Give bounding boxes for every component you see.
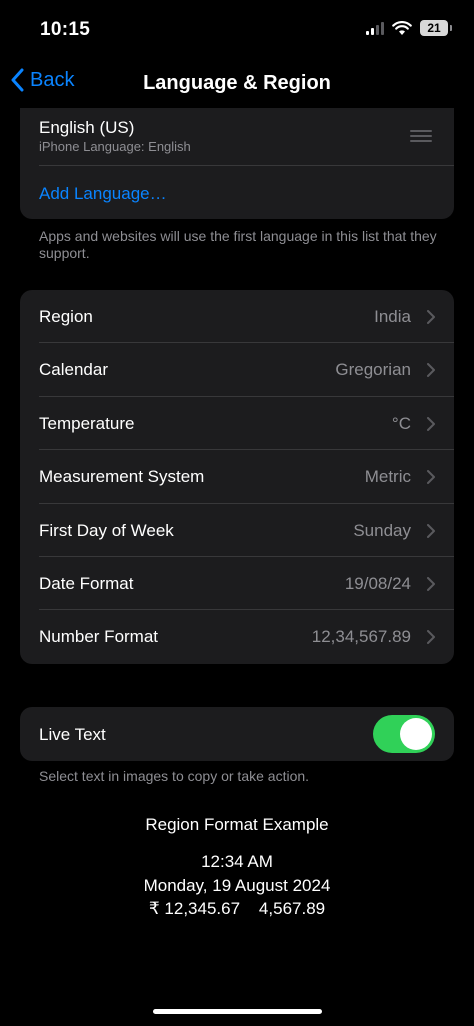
live-text-group: Live Text bbox=[20, 707, 454, 761]
row-label: First Day of Week bbox=[39, 520, 174, 540]
row-value: 19/08/24 bbox=[344, 574, 411, 593]
row-label: Measurement System bbox=[39, 467, 205, 487]
row-value: Metric bbox=[364, 467, 411, 487]
battery-icon: 21 bbox=[420, 20, 448, 36]
live-text-label: Live Text bbox=[39, 725, 106, 744]
row-value: Sunday bbox=[353, 520, 411, 540]
cellular-signal-icon bbox=[366, 21, 384, 35]
page-title: Language & Region bbox=[143, 72, 331, 94]
date-format-row[interactable]: Date Format 19/08/24 bbox=[20, 557, 454, 611]
language-name: English (US) bbox=[39, 118, 135, 137]
measurement-system-row[interactable]: Measurement System Metric bbox=[20, 450, 454, 504]
region-format-example-title: Region Format Example bbox=[145, 815, 329, 834]
chevron-right-icon bbox=[427, 363, 435, 378]
row-value: India bbox=[374, 307, 411, 326]
divider bbox=[39, 165, 454, 166]
toggle-knob bbox=[400, 718, 432, 750]
languages-footnote: Apps and websites will use the first lan… bbox=[39, 228, 437, 261]
language-row-english[interactable]: English (US) iPhone Language: English bbox=[20, 108, 454, 165]
row-label: Date Format bbox=[39, 574, 134, 593]
chevron-right-icon bbox=[427, 630, 435, 645]
reorder-handle-icon[interactable] bbox=[410, 130, 432, 142]
status-time: 10:15 bbox=[40, 19, 91, 40]
row-value: °C bbox=[391, 413, 411, 433]
region-settings-group: Region India Calendar Gregorian Temperat… bbox=[20, 290, 454, 664]
screen: 10:15 21 Back Language & Region English … bbox=[0, 0, 474, 1026]
language-subtitle: iPhone Language: English bbox=[39, 139, 191, 154]
chevron-right-icon bbox=[427, 523, 435, 538]
chevron-right-icon bbox=[427, 416, 435, 431]
live-text-footnote: Select text in images to copy or take ac… bbox=[39, 768, 310, 784]
chevron-right-icon bbox=[427, 470, 435, 485]
temperature-row[interactable]: Temperature °C bbox=[20, 397, 454, 451]
first-day-of-week-row[interactable]: First Day of Week Sunday bbox=[20, 504, 454, 557]
preferred-languages-group: English (US) iPhone Language: English Ad… bbox=[20, 108, 454, 219]
live-text-toggle[interactable] bbox=[373, 715, 435, 753]
row-label: Number Format bbox=[39, 627, 159, 647]
row-value: 12,34,567.89 bbox=[311, 627, 411, 647]
row-value: Gregorian bbox=[335, 360, 411, 380]
status-icons: 21 bbox=[366, 20, 452, 36]
region-row[interactable]: Region India bbox=[20, 290, 454, 344]
chevron-right-icon bbox=[427, 577, 435, 591]
number-format-row[interactable]: Number Format 12,34,567.89 bbox=[20, 610, 454, 663]
wifi-icon bbox=[392, 20, 412, 35]
calendar-row[interactable]: Calendar Gregorian bbox=[20, 343, 454, 397]
row-label: Temperature bbox=[39, 413, 135, 433]
row-label: Region bbox=[39, 307, 93, 326]
home-indicator[interactable] bbox=[153, 1009, 322, 1014]
battery-cap bbox=[450, 25, 452, 31]
example-numbers: ₹ 12,345.67 4,567.89 bbox=[148, 899, 326, 918]
chevron-right-icon bbox=[427, 310, 435, 324]
add-language-button[interactable]: Add Language… bbox=[39, 184, 167, 204]
example-time: 12:34 AM bbox=[201, 852, 273, 871]
example-date: Monday, 19 August 2024 bbox=[143, 876, 331, 895]
row-label: Calendar bbox=[39, 360, 108, 380]
navigation-bar: Back Language & Region bbox=[0, 60, 474, 108]
status-bar: 10:15 21 bbox=[0, 0, 474, 60]
